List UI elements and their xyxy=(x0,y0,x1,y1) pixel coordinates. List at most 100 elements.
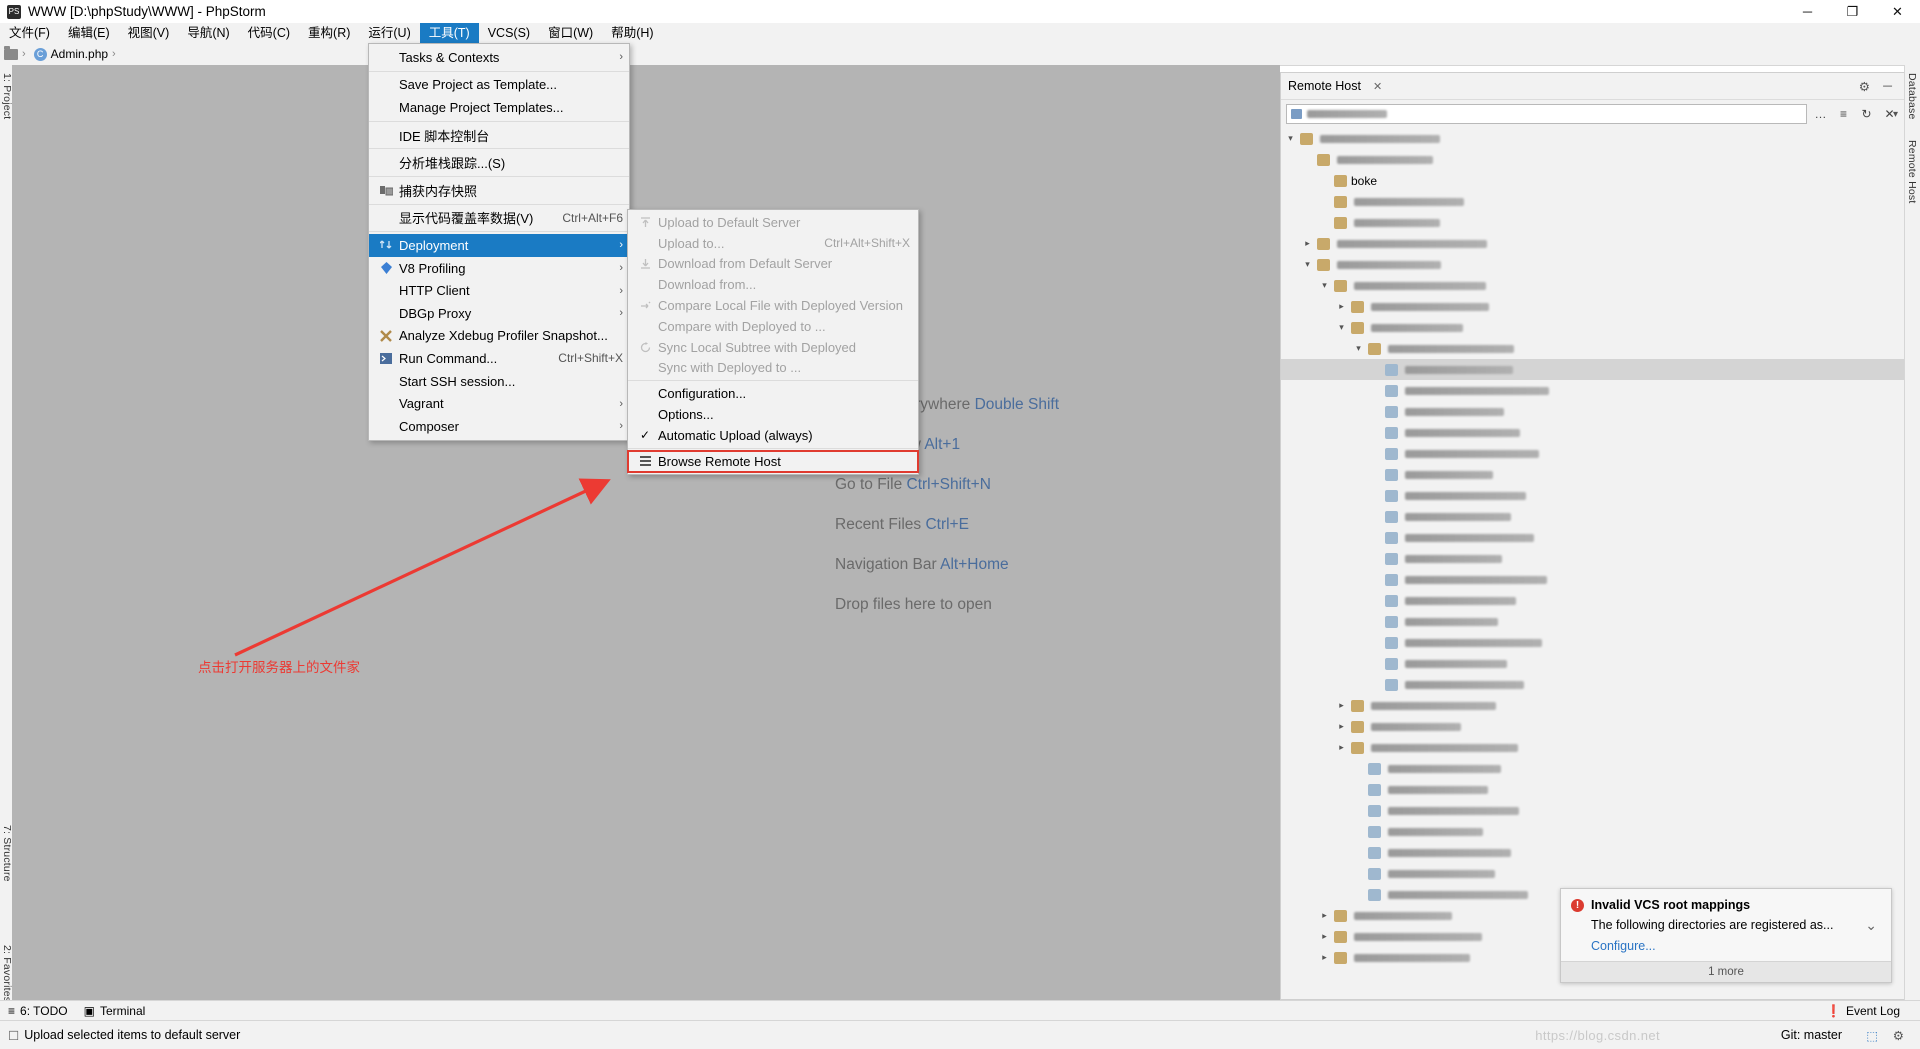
tree-node[interactable] xyxy=(1281,464,1904,485)
tree-node[interactable] xyxy=(1281,527,1904,548)
tree-node[interactable] xyxy=(1281,800,1904,821)
tree-node[interactable]: ▸ xyxy=(1281,695,1904,716)
tree-node[interactable] xyxy=(1281,191,1904,212)
menuitem-manage-project-templates[interactable]: Manage Project Templates... xyxy=(369,96,629,119)
balloon-footer[interactable]: 1 more xyxy=(1561,961,1891,982)
tree-node[interactable] xyxy=(1281,485,1904,506)
menuitem-vagrant[interactable]: Vagrant › xyxy=(369,392,629,415)
gear-icon[interactable]: ⚙ xyxy=(1859,79,1870,94)
close-button[interactable]: ✕ xyxy=(1875,0,1920,23)
menu-refactor[interactable]: 重构(R) xyxy=(299,23,359,43)
tree-node[interactable]: ▸ xyxy=(1281,737,1904,758)
expand-toggle-icon[interactable]: ▸ xyxy=(1302,238,1313,249)
expand-toggle-icon[interactable]: ▾ xyxy=(1285,133,1296,144)
tree-node[interactable] xyxy=(1281,443,1904,464)
menuitem-deployment[interactable]: Deployment › xyxy=(369,234,629,257)
sidebar-item-database[interactable]: Database xyxy=(1906,73,1918,120)
expand-toggle-icon[interactable]: ▾ xyxy=(1302,259,1313,270)
chevron-down-icon[interactable]: ⌄ xyxy=(1865,917,1877,934)
sidebar-item-remote-host[interactable]: Remote Host xyxy=(1906,140,1918,203)
menuitem-ide-script-console[interactable]: IDE 脚本控制台 xyxy=(369,124,629,147)
menuitem-save-project-as-template[interactable]: Save Project as Template... xyxy=(369,74,629,97)
menuitem-configuration[interactable]: Configuration... xyxy=(628,383,918,404)
breadcrumb-file[interactable]: C Admin.php › xyxy=(30,47,120,61)
menu-navigate[interactable]: 导航(N) xyxy=(178,23,238,43)
menu-vcs[interactable]: VCS(S) xyxy=(479,23,539,43)
tree-node[interactable] xyxy=(1281,569,1904,590)
menu-window[interactable]: 窗口(W) xyxy=(539,23,602,43)
menuitem-http-client[interactable]: HTTP Client › xyxy=(369,279,629,302)
menuitem-tasks-and-contexts[interactable]: Tasks & Contexts › xyxy=(369,46,629,69)
expand-toggle-icon[interactable]: ▸ xyxy=(1336,301,1347,312)
menu-tools[interactable]: 工具(T) xyxy=(419,23,479,43)
tree-node[interactable] xyxy=(1281,758,1904,779)
menu-file[interactable]: 文件(F) xyxy=(0,23,59,43)
menuitem-options[interactable]: Options... xyxy=(628,404,918,425)
menuitem-composer[interactable]: Composer › xyxy=(369,415,629,438)
bottom-item-terminal[interactable]: ▣ Terminal xyxy=(76,1004,154,1018)
expand-toggle-icon[interactable]: ▸ xyxy=(1336,700,1347,711)
menuitem-analyze-stacktrace[interactable]: 分析堆栈跟踪...(S) xyxy=(369,151,629,174)
menuitem-capture-memory-snapshot[interactable]: 捕获内存快照 xyxy=(369,179,629,202)
edit-server-button[interactable]: … xyxy=(1811,105,1830,124)
tree-node[interactable] xyxy=(1281,842,1904,863)
menuitem-v8-profiling[interactable]: V8 Profiling › xyxy=(369,257,629,280)
tree-node[interactable] xyxy=(1281,779,1904,800)
tree-node[interactable] xyxy=(1281,674,1904,695)
tree-node[interactable]: ▸ xyxy=(1281,233,1904,254)
menuitem-analyze-xdebug-profiler-snapshot[interactable]: Analyze Xdebug Profiler Snapshot... xyxy=(369,325,629,348)
expand-toggle-icon[interactable]: ▸ xyxy=(1336,721,1347,732)
close-icon[interactable]: ✕ xyxy=(1373,80,1382,93)
menu-code[interactable]: 代码(C) xyxy=(239,23,299,43)
menuitem-automatic-upload[interactable]: ✓ Automatic Upload (always) xyxy=(628,425,918,446)
collapse-all-button[interactable]: ≡ xyxy=(1834,105,1853,124)
tree-node[interactable]: ▾ xyxy=(1281,317,1904,338)
tree-node[interactable]: ▾ xyxy=(1281,254,1904,275)
expand-toggle-icon[interactable]: ▸ xyxy=(1319,910,1330,921)
tree-node[interactable] xyxy=(1281,863,1904,884)
menu-view[interactable]: 视图(V) xyxy=(119,23,179,43)
tree-node[interactable] xyxy=(1281,359,1904,380)
menu-run[interactable]: 运行(U) xyxy=(359,23,419,43)
tree-node[interactable] xyxy=(1281,590,1904,611)
settings-gear-icon[interactable]: ⚙ xyxy=(1893,1028,1904,1043)
status-git-branch[interactable]: Git: master xyxy=(1773,1028,1850,1042)
tree-node[interactable] xyxy=(1281,632,1904,653)
tree-node[interactable] xyxy=(1281,611,1904,632)
minimize-button[interactable]: ─ xyxy=(1785,0,1830,23)
tree-node[interactable]: ▸ xyxy=(1281,716,1904,737)
tree-node[interactable]: boke xyxy=(1281,170,1904,191)
maximize-button[interactable]: ❐ xyxy=(1830,0,1875,23)
refresh-button[interactable]: ↻ xyxy=(1857,105,1876,124)
tree-node[interactable] xyxy=(1281,380,1904,401)
expand-toggle-icon[interactable]: ▸ xyxy=(1319,931,1330,942)
tree-node[interactable] xyxy=(1281,821,1904,842)
bottom-item-event-log[interactable]: ❗ Event Log xyxy=(1818,1004,1908,1018)
balloon-configure-link[interactable]: Configure... xyxy=(1591,939,1881,953)
tree-node[interactable] xyxy=(1281,149,1904,170)
tree-node[interactable] xyxy=(1281,506,1904,527)
menuitem-dbgp-proxy[interactable]: DBGp Proxy › xyxy=(369,302,629,325)
tree-node[interactable] xyxy=(1281,212,1904,233)
tree-node[interactable] xyxy=(1281,401,1904,422)
server-select[interactable]: ▾ xyxy=(1286,104,1898,124)
expand-toggle-icon[interactable]: ▾ xyxy=(1336,322,1347,333)
memory-indicator-icon[interactable]: ⬚ xyxy=(1866,1028,1878,1043)
menuitem-show-code-coverage-data[interactable]: 显示代码覆盖率数据(V) Ctrl+Alt+F6 xyxy=(369,207,629,230)
expand-toggle-icon[interactable]: ▾ xyxy=(1319,280,1330,291)
menuitem-start-ssh-session[interactable]: Start SSH session... xyxy=(369,370,629,393)
tree-node[interactable]: ▾ xyxy=(1281,128,1904,149)
breadcrumb-root[interactable]: › xyxy=(0,45,30,60)
tree-node[interactable] xyxy=(1281,422,1904,443)
expand-toggle-icon[interactable]: ▸ xyxy=(1319,952,1330,963)
expand-toggle-icon[interactable]: ▸ xyxy=(1336,742,1347,753)
tree-node[interactable]: ▾ xyxy=(1281,275,1904,296)
tree-node[interactable]: ▾ xyxy=(1281,338,1904,359)
hide-icon[interactable]: ─ xyxy=(1883,79,1892,93)
bottom-item-todo[interactable]: ≡ 6: TODO xyxy=(0,1004,76,1018)
expand-toggle-icon[interactable]: ▾ xyxy=(1353,343,1364,354)
menu-help[interactable]: 帮助(H) xyxy=(602,23,662,43)
tree-node[interactable]: ▸ xyxy=(1281,296,1904,317)
menu-edit[interactable]: 编辑(E) xyxy=(59,23,119,43)
menuitem-run-command[interactable]: Run Command... Ctrl+Shift+X xyxy=(369,347,629,370)
